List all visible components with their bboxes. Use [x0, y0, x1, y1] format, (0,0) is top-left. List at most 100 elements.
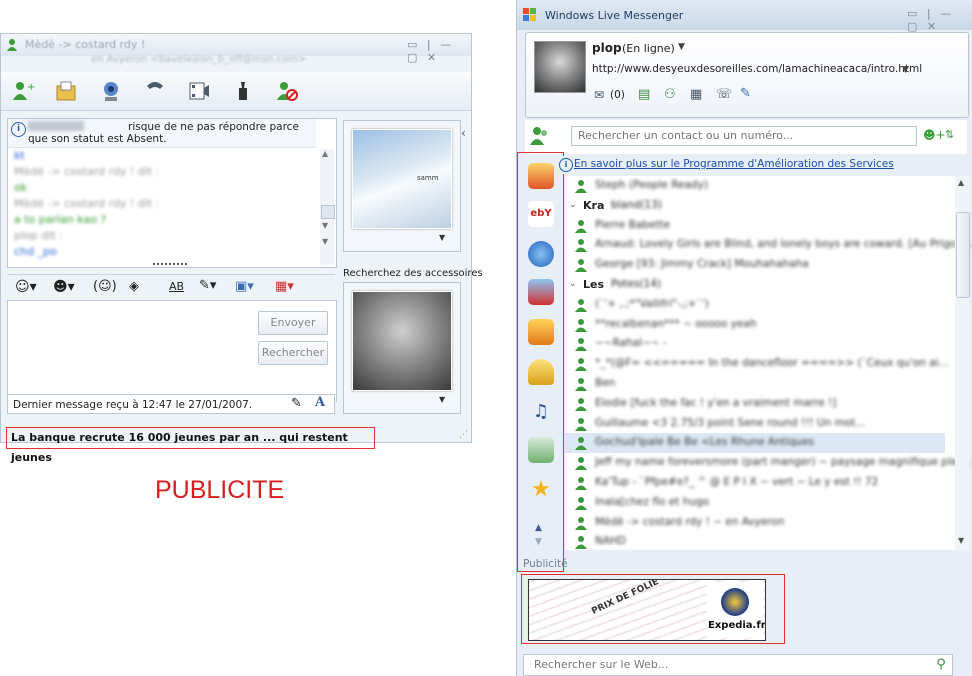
contact-row[interactable]: Steph (People Ready) — [565, 176, 945, 196]
contact-group-header[interactable]: ⌄ Les Potes(14) — [565, 275, 945, 295]
scroll-up-arrow-icon[interactable]: ▲ — [322, 149, 328, 158]
contact-name: Inala[chez flo et hugo — [595, 495, 710, 508]
contact-group-header[interactable]: ⌄ Kra bland(13) — [565, 196, 945, 216]
font-icon[interactable]: AB — [169, 280, 184, 293]
contact-scrollbar[interactable]: ▲ ▼ — [955, 176, 970, 550]
status-dropdown-arrow-icon[interactable]: ▼ — [678, 42, 685, 52]
app-title: Windows Live Messenger — [545, 9, 684, 22]
phone-icon[interactable]: ☏ — [716, 87, 732, 102]
scroll-thumb[interactable] — [956, 212, 970, 298]
contact-row[interactable]: Jeff my name foreversmore (part manger) … — [565, 453, 970, 473]
background-brush-icon[interactable]: ✎▾ — [199, 278, 216, 293]
scroll-down-arrow-icon[interactable]: ▼ — [958, 536, 964, 545]
contact-row[interactable]: George [93: Jimmy Crack] Mouhahahaha — [565, 255, 945, 275]
edit-pen-icon[interactable]: ✎ — [291, 396, 302, 411]
mail-count[interactable]: (0) — [610, 89, 625, 101]
contact-row[interactable]: Pierre Babette — [565, 216, 945, 236]
contact-row[interactable]: Guillaume <3 2.75/3 point Sene round !!!… — [565, 414, 945, 434]
scroll-end-icon[interactable]: ▼ — [322, 237, 328, 246]
emoticon-icon[interactable]: ☺▾ — [15, 279, 37, 295]
contact-row[interactable]: Ben — [565, 374, 945, 394]
user-name[interactable]: plop — [592, 41, 622, 55]
contact-row[interactable]: Elodie [fuck the fac ! y'en a vraiment m… — [565, 394, 945, 414]
personal-message-arrow-icon[interactable]: ▼ — [902, 65, 909, 75]
contact-status-icon — [575, 179, 587, 193]
contact-row[interactable]: *_*(@F= <<===== In the dancefloor ====>>… — [565, 354, 949, 374]
picture-menu-arrow-icon[interactable]: ▼ — [439, 395, 445, 404]
contact-row[interactable]: Inala[chez flo et hugo — [565, 493, 945, 513]
add-contact-icon[interactable]: ☻+ — [923, 128, 946, 142]
expedia-ad-box[interactable]: PRIX DE FOLIE Expedia.fr — [521, 574, 785, 644]
search-button[interactable]: Rechercher — [258, 341, 328, 365]
sidebar-scroll-down-icon[interactable]: ▼ — [535, 537, 542, 547]
scroll-up-arrow-icon[interactable]: ▲ — [958, 178, 964, 187]
collapse-panel-icon[interactable]: ‹ — [461, 126, 466, 140]
contact-row[interactable]: NAHD — [565, 532, 945, 552]
picture-menu-arrow-icon[interactable]: ▼ — [439, 233, 445, 242]
tab-media-play-icon[interactable] — [528, 241, 554, 267]
group-expand-chevron-icon[interactable]: ⌄ — [569, 200, 577, 210]
tab-music-icon[interactable]: ♫ — [528, 399, 554, 425]
contact-row[interactable]: **recalbenan*** ~ ooooo yeah — [565, 315, 945, 335]
tab-alerts-bell-icon[interactable] — [528, 359, 554, 385]
contact-name: Steph (People Ready) — [595, 179, 708, 191]
window-controls[interactable]: ▭ | — ▢ ✕ — [907, 7, 972, 33]
contacts-menu-icon[interactable] — [529, 126, 551, 146]
contact-search-input[interactable]: Rechercher un contact ou un numéro... — [571, 126, 917, 146]
gift-icon[interactable]: ▦▾ — [275, 279, 294, 294]
contact-row[interactable]: (`'+ ,.;*"Vallifri"-,;+`') — [565, 295, 945, 315]
accessories-label[interactable]: Recherchez des accessoires — [343, 268, 483, 279]
contacts-group-icon[interactable]: ⚇ — [664, 87, 676, 102]
tab-favorites-star-icon[interactable]: ★ — [528, 477, 554, 503]
video-activities-icon[interactable] — [187, 80, 211, 102]
info-link[interactable]: En savoir plus sur le Programme d'Amélio… — [574, 158, 894, 170]
web-search-magnifier-icon[interactable]: ⚲ — [932, 656, 950, 674]
news-icon[interactable]: ▦ — [690, 87, 702, 102]
spaces-icon[interactable]: ▤ — [638, 87, 650, 102]
contact-row[interactable]: ~~Rahal~~ - — [565, 334, 945, 354]
voice-clip-icon[interactable]: ◈ — [129, 279, 139, 294]
history-scrollbar[interactable]: ▲ ▼ ▼ — [320, 149, 335, 265]
sidebar-scroll-up-icon[interactable]: ▲ — [535, 523, 542, 533]
mail-icon[interactable]: ✉ — [594, 88, 604, 102]
tab-ebay-icon[interactable]: ebY — [528, 201, 554, 227]
scroll-thumb[interactable] — [321, 205, 335, 219]
webcam-icon[interactable] — [99, 80, 123, 102]
web-search-input[interactable]: Rechercher sur le Web... ⚲ — [523, 654, 953, 676]
nudge-icon[interactable]: (☺) — [93, 279, 117, 294]
tab-shopping-icon[interactable] — [528, 319, 554, 345]
message-input[interactable]: Envoyer Rechercher — [7, 300, 337, 402]
profile-picture[interactable] — [534, 41, 586, 93]
conversation-ad-text[interactable]: La banque recrute 16 000 jeunes par an .… — [6, 427, 375, 464]
contact-row[interactable]: Arnaud: Lovely Girls are Blind, and lone… — [565, 235, 972, 255]
games-icon[interactable] — [231, 80, 255, 102]
expedia-ad-banner[interactable]: PRIX DE FOLIE Expedia.fr — [528, 579, 766, 641]
user-personal-message[interactable]: http://www.desyeuxdesoreilles.com/lamach… — [592, 63, 922, 75]
contact-row[interactable]: Gochud'Ipale Be Be <Les Rhune Antiques — [565, 433, 945, 454]
formatting-toolbar: ☺▾ ☻▾ (☺) ◈ AB ✎▾ ▣▾ ▦▾ — [7, 274, 335, 301]
contact-row[interactable]: Mèdè -> costard rdy ! ~ en Avyeron — [565, 513, 945, 533]
block-contact-icon[interactable] — [275, 80, 299, 102]
tab-finance-icon[interactable] — [528, 437, 554, 463]
invite-contact-icon[interactable]: + — [11, 80, 35, 102]
scroll-down-arrow-icon[interactable]: ▼ — [322, 221, 328, 230]
group-expand-chevron-icon[interactable]: ⌄ — [569, 279, 577, 289]
splitter-handle[interactable] — [153, 263, 187, 267]
share-icon[interactable]: ▣▾ — [235, 279, 254, 294]
resize-grip-icon[interactable]: ⋰ — [459, 430, 468, 440]
text-style-icon[interactable]: A — [315, 395, 325, 410]
sort-contacts-icon[interactable]: ⇅ — [945, 128, 954, 141]
user-status[interactable]: (En ligne) — [622, 42, 675, 55]
theme-brush-icon[interactable]: ✎ — [740, 86, 751, 101]
ad-slogan: PRIX DE FOLIE — [590, 579, 661, 617]
window-controls[interactable]: ▭ | — ▢ ✕ — [407, 38, 471, 64]
contact-row[interactable]: Ka'Tup - `Pfpe#e?_ ^ @ E P I X ~ vert ~ … — [565, 473, 945, 493]
tab-cars-icon[interactable] — [528, 279, 554, 305]
wink-icon[interactable]: ☻▾ — [53, 279, 75, 295]
expedia-globe-icon — [721, 588, 749, 616]
send-button[interactable]: Envoyer — [258, 311, 328, 335]
tab-contacts-icon[interactable] — [528, 163, 554, 189]
contact-status-icon — [575, 318, 587, 332]
send-files-icon[interactable] — [55, 80, 79, 102]
call-phone-icon[interactable] — [143, 80, 167, 102]
